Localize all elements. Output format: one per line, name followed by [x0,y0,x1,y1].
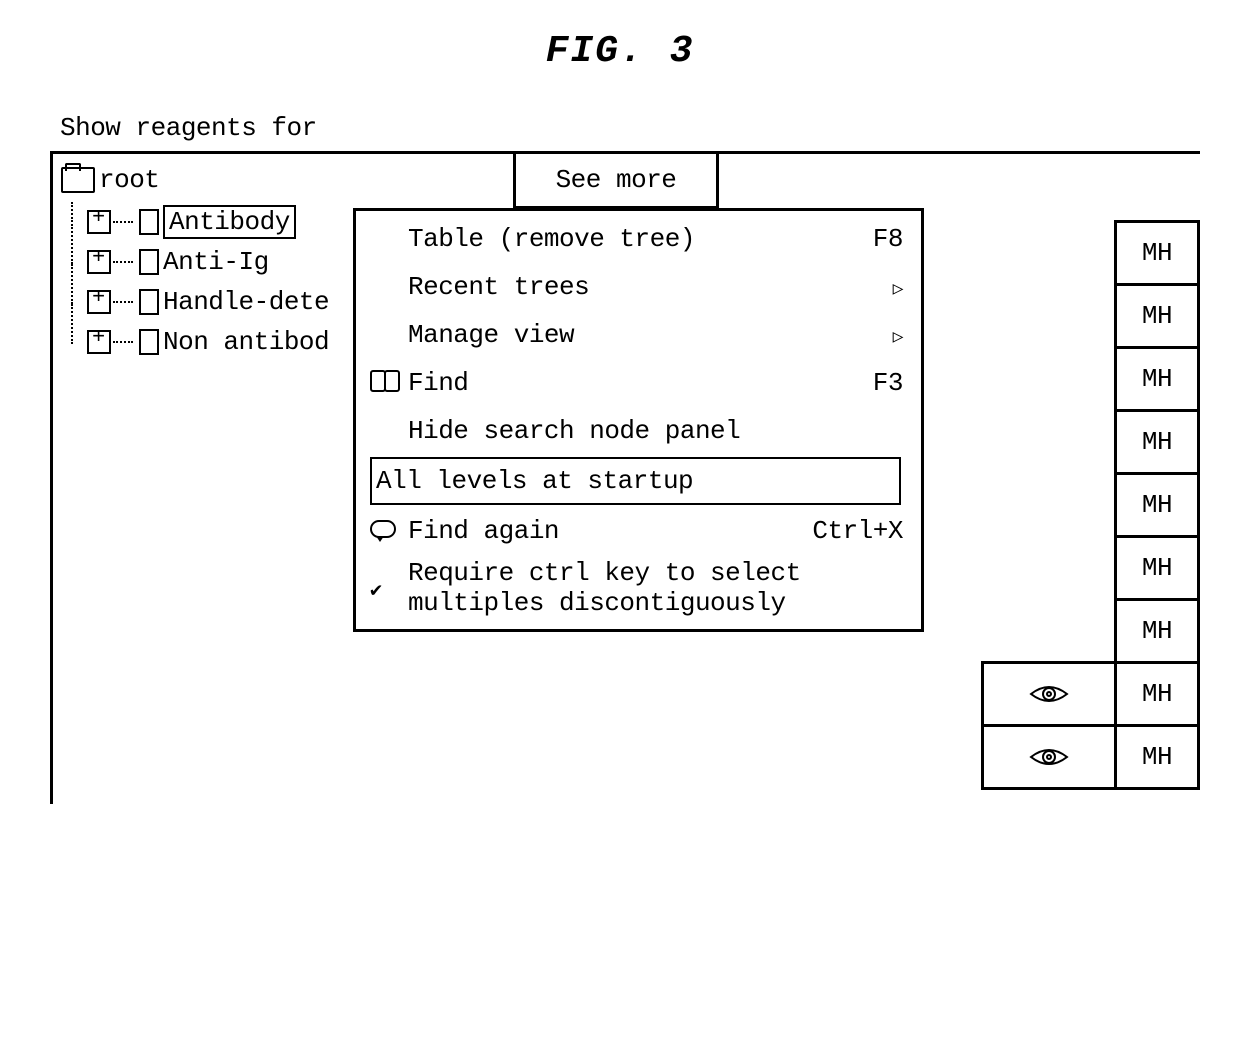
submenu-arrow-icon [893,272,903,302]
tree-view[interactable]: root Antibody Anti-Ig Handle-dete [53,154,337,366]
menu-item-label: All levels at startup [376,466,895,496]
eye-icon [1029,747,1069,767]
tree-root-label: root [99,165,159,195]
tab-label: MH [1142,301,1172,331]
tree-connector-icon [71,264,75,304]
tab-label: MH [1142,742,1172,772]
preview-cell[interactable] [981,661,1114,724]
tab-cell[interactable]: MH [1114,472,1200,535]
tree-item-label: Non antibod [163,327,329,357]
menu-item-label: Table (remove tree) [408,224,853,254]
preview-column [981,661,1114,790]
tree-connector-icon [71,224,75,264]
menu-item-label: Require ctrl key to select multiples dis… [408,559,903,619]
speech-bubble-icon [370,516,404,546]
menu-item-find-again[interactable]: Find again Ctrl+X [356,507,921,555]
menu-item-label: Manage view [408,320,873,350]
tab-cell[interactable]: MH [1114,409,1200,472]
see-more-label: See more [556,165,677,195]
menu-item-find[interactable]: Find F3 [356,359,921,407]
expand-icon[interactable] [87,210,111,234]
preview-cell[interactable] [981,724,1114,790]
tree-item[interactable]: Non antibod [61,322,329,362]
see-more-button[interactable]: See more [513,154,719,209]
check-icon [370,574,404,604]
tab-label: MH [1142,679,1172,709]
tab-label: MH [1142,364,1172,394]
tree-root-row[interactable]: root [61,158,329,202]
tab-cell[interactable]: MH [1114,598,1200,661]
tab-cell[interactable]: MH [1114,220,1200,283]
tree-item[interactable]: Handle-dete [61,282,329,322]
menu-item-require-ctrl[interactable]: Require ctrl key to select multiples dis… [356,555,921,623]
tree-connector-icon [113,221,133,223]
menu-item-table[interactable]: Table (remove tree) F8 [356,215,921,263]
tab-cell[interactable]: MH [1114,283,1200,346]
binoculars-icon [370,368,404,398]
expand-icon[interactable] [87,250,111,274]
tree-item-label: Handle-dete [163,287,329,317]
tree-connector-icon [113,301,133,303]
tab-label: MH [1142,490,1172,520]
menu-item-shortcut: F3 [873,368,903,398]
tree-connector-icon [71,304,75,344]
context-menu: Table (remove tree) F8 Recent trees Mana… [353,208,924,632]
tab-cell[interactable]: MH [1114,535,1200,598]
menu-item-manage-view[interactable]: Manage view [356,311,921,359]
menu-item-shortcut: Ctrl+X [812,516,903,546]
menu-item-label: Find again [408,516,792,546]
tree-item-label: Anti-Ig [163,247,269,277]
checkbox[interactable] [139,209,159,235]
expand-icon[interactable] [87,290,111,314]
eye-icon [1029,684,1069,704]
expand-icon[interactable] [87,330,111,354]
tree-connector-icon [113,261,133,263]
figure-label: FIG. 3 [40,30,1200,73]
right-tab-column: MH MH MH MH MH MH MH MH MH [1114,220,1200,790]
tab-label: MH [1142,427,1172,457]
tree-connector-icon [71,202,75,222]
menu-item-shortcut: F8 [873,224,903,254]
checkbox[interactable] [139,289,159,315]
menu-item-hide-search[interactable]: Hide search node panel [356,407,921,455]
tab-cell[interactable]: MH [1114,724,1200,790]
tree-connector-icon [113,341,133,343]
menu-item-label: Recent trees [408,272,873,302]
menu-item-label: Hide search node panel [408,416,903,446]
checkbox[interactable] [139,329,159,355]
checkbox[interactable] [139,249,159,275]
tab-label: MH [1142,616,1172,646]
folder-icon [61,167,95,193]
tab-cell[interactable]: MH [1114,661,1200,724]
tree-item[interactable]: Antibody [61,202,329,242]
submenu-arrow-icon [893,320,903,350]
tree-item-label: Antibody [163,205,296,239]
tab-label: MH [1142,553,1172,583]
tree-item[interactable]: Anti-Ig [61,242,329,282]
menu-item-recent-trees[interactable]: Recent trees [356,263,921,311]
tab-label: MH [1142,238,1172,268]
tab-cell[interactable]: MH [1114,346,1200,409]
menu-item-all-levels[interactable]: All levels at startup [370,457,901,505]
menu-item-label: Find [408,368,853,398]
panel-header-label: Show reagents for [60,113,1200,143]
main-panel: root Antibody Anti-Ig Handle-dete [50,151,1200,804]
